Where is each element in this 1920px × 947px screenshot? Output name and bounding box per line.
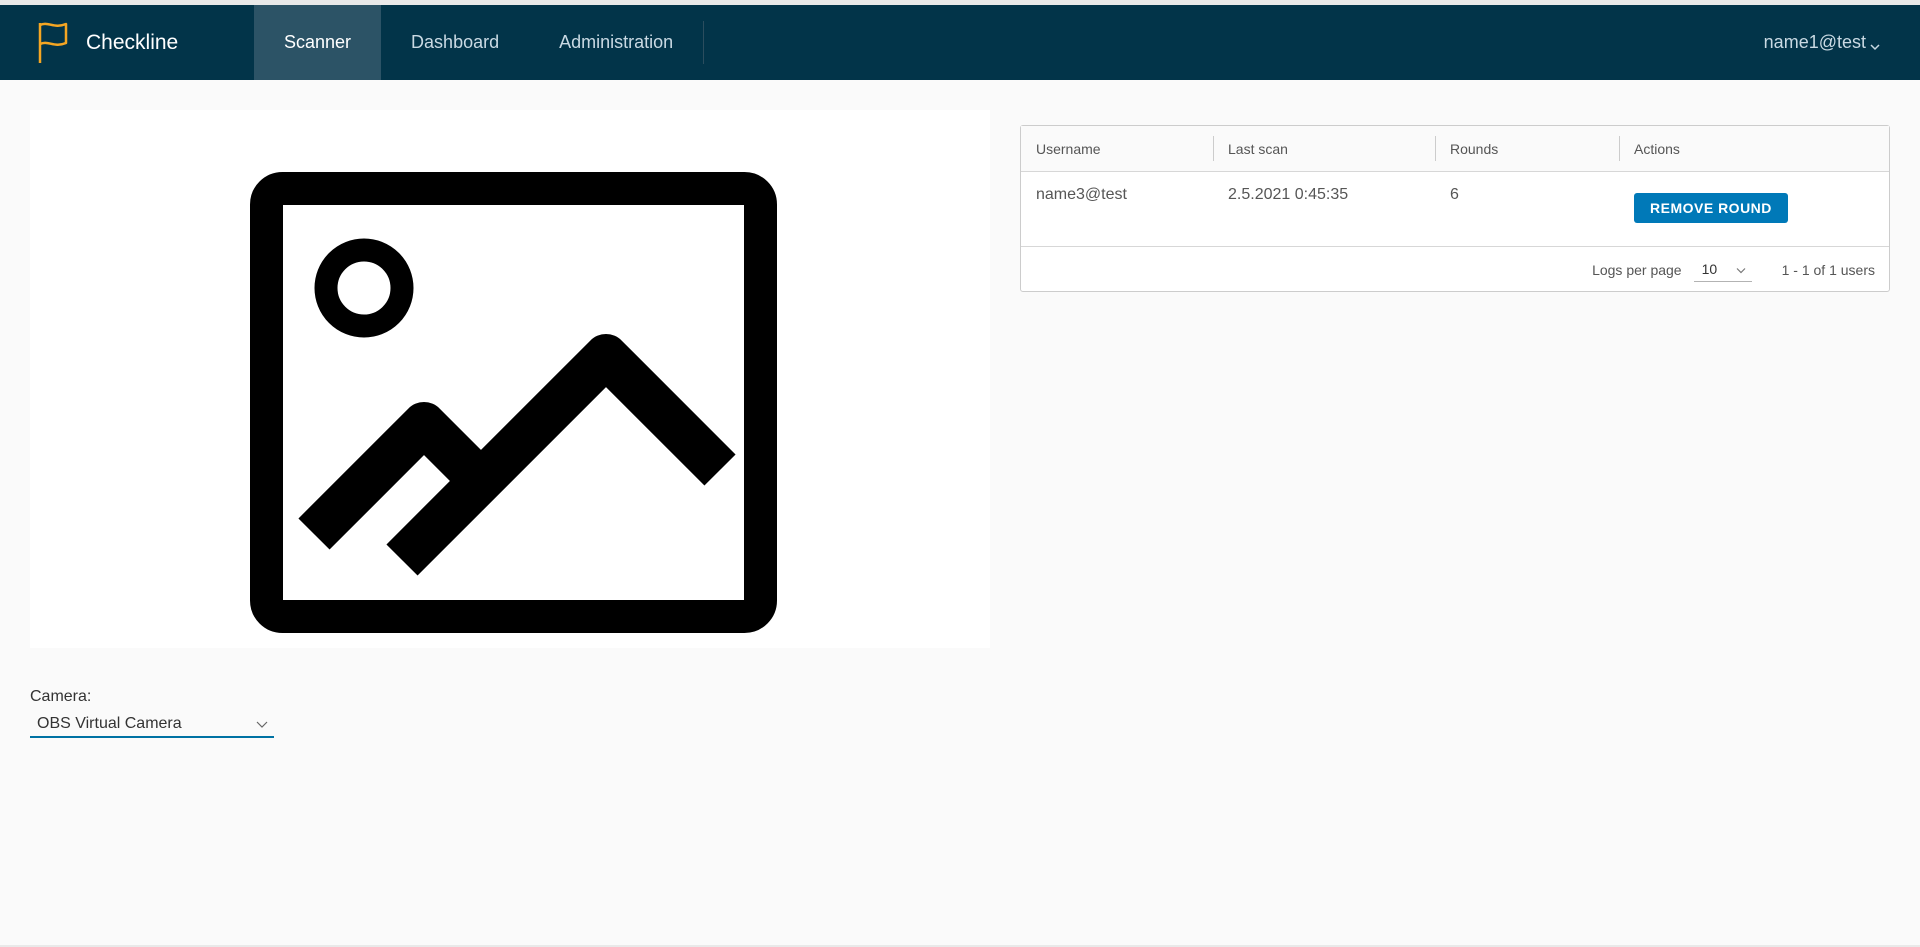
per-page-select[interactable]: 10 [1693,258,1752,282]
brand[interactable]: Checkline [0,5,218,80]
chevron-down-icon [1870,35,1880,56]
per-page-label: Logs per page [1592,261,1682,278]
column-header-last-scan[interactable]: Last scan [1213,126,1435,171]
camera-select-value: OBS Virtual Camera [37,715,182,732]
nav-dashboard[interactable]: Dashboard [381,5,529,80]
main-content: Camera: OBS Virtual Camera Username Last… [0,80,1920,945]
chevron-down-icon [256,715,268,733]
flag-icon [36,21,70,65]
camera-preview [30,110,990,648]
cell-username: name3@test [1036,186,1127,203]
user-name: name1@test [1763,32,1866,52]
column-header-rounds[interactable]: Rounds [1435,126,1619,171]
column-header-username[interactable]: Username [1021,126,1213,171]
nav-scanner[interactable]: Scanner [254,5,382,80]
app-header: Checkline Scanner Dashboard Administrati… [0,5,1920,80]
column-header-actions: Actions [1619,126,1889,171]
cell-rounds: 6 [1450,186,1459,203]
camera-label: Camera: [30,688,92,705]
nav-administration[interactable]: Administration [529,5,703,80]
table-row: name3@test 2.5.2021 0:45:35 6 REMOVE ROU… [1021,172,1889,247]
nav-divider [703,21,705,64]
pagination-range: 1 - 1 of 1 users [1781,261,1875,278]
camera-picker: Camera: OBS Virtual Camera [30,688,274,738]
app-name: Checkline [86,30,179,54]
chevron-down-icon [1736,261,1746,277]
scan-log-grid: Username Last scan Rounds Actions name3@… [1020,125,1890,292]
user-menu[interactable]: name1@test [1764,5,1880,80]
grid-header: Username Last scan Rounds Actions [1021,126,1889,172]
main-nav: Scanner Dashboard Administration [254,5,705,80]
per-page-value: 10 [1701,261,1718,277]
cell-actions: REMOVE ROUND [1619,172,1889,246]
camera-select[interactable]: OBS Virtual Camera [30,712,274,738]
image-placeholder-icon [250,172,777,633]
grid-footer: Logs per page 10 1 - 1 of 1 users [1021,247,1889,292]
cell-last-scan: 2.5.2021 0:45:35 [1228,186,1349,203]
remove-round-button[interactable]: REMOVE ROUND [1634,193,1788,223]
